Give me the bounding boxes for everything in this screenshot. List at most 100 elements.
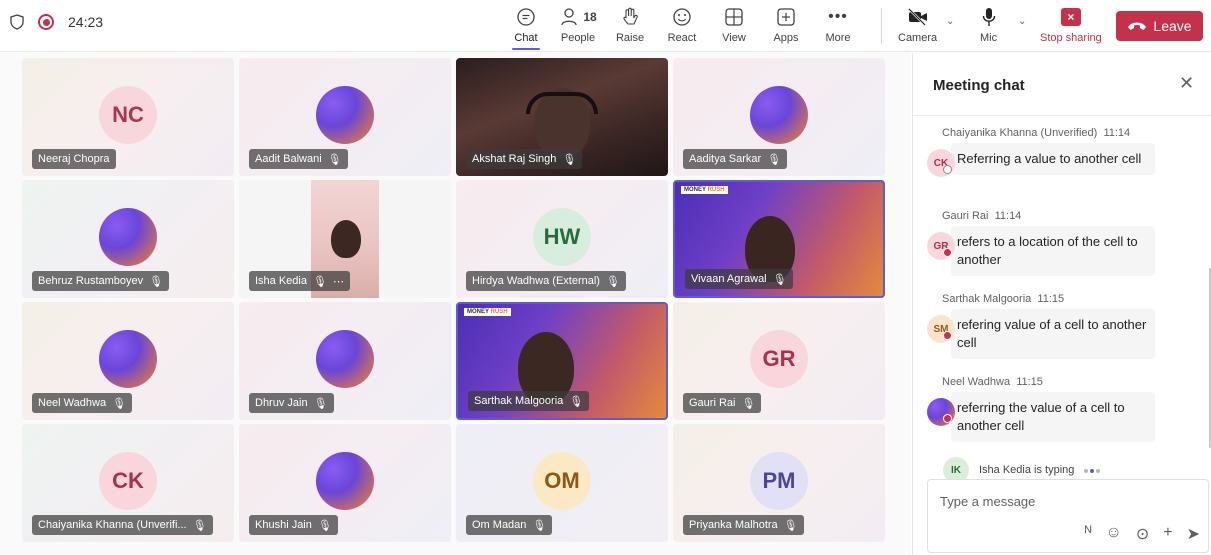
send-icon[interactable]: ➤ <box>1187 524 1200 544</box>
participant-tile[interactable]: OM Om Madan 🎙︎ <box>456 424 668 542</box>
participant-name: Om Madan <box>472 519 527 531</box>
meeting-timer: 24:23 <box>68 14 104 30</box>
participant-tile[interactable]: GR Gauri Rai 🎙︎ <box>673 302 885 420</box>
camera-options-chevron-icon[interactable]: ⌄ <box>946 16 954 27</box>
participant-video-tile[interactable]: MONEY RUSH Vivaan Agrawal 🎙︎ <box>673 180 885 298</box>
message-text: refering value of a cell to another cell <box>957 317 1147 350</box>
view-label: View <box>722 32 746 44</box>
participant-video-tile[interactable]: Akshat Raj Singh 🎙︎ <box>456 58 668 176</box>
typing-text: Isha Kedia is typing <box>979 464 1075 476</box>
close-icon[interactable]: ✕ <box>1179 73 1194 94</box>
participant-video-tile[interactable]: MONEY RUSH Sarthak Malgooria 🎙︎ <box>456 302 668 420</box>
more-label: More <box>825 32 851 44</box>
participant-name-tag: Priyanka Malhotra 🎙︎ <box>683 515 804 535</box>
apps-button[interactable]: Apps <box>760 4 812 50</box>
participant-name-tag: Neel Wadhwa 🎙︎ <box>32 393 133 413</box>
participant-video-tile[interactable]: Isha Kedia 🎙︎ ⋯ <box>239 180 451 298</box>
mic-options-chevron-icon[interactable]: ⌄ <box>1018 16 1026 27</box>
people-icon: 18 <box>559 4 597 30</box>
avatar <box>316 330 374 388</box>
avatar <box>927 398 955 426</box>
message-input[interactable] <box>940 494 1196 509</box>
chat-divider <box>913 115 1211 116</box>
participant-tile[interactable]: Aadit Balwani 🎙︎ <box>239 58 451 176</box>
participant-name-tag: Isha Kedia 🎙︎ ⋯ <box>249 271 350 291</box>
apps-label: Apps <box>773 32 799 44</box>
view-button[interactable]: View <box>708 4 760 50</box>
leave-button[interactable]: Leave <box>1116 11 1203 41</box>
participant-name-tag: Aaditya Sarkar 🎙︎ <box>683 149 788 169</box>
avatar: PM <box>750 452 808 510</box>
more-options-icon[interactable]: ⋯ <box>333 275 344 288</box>
mic-off-icon: 🎙︎ <box>192 519 207 532</box>
camera-label: Camera <box>898 32 938 44</box>
mic-off-icon: 🎙︎ <box>112 397 127 410</box>
avatar: NC <box>99 86 157 144</box>
avatar: GR <box>750 330 808 388</box>
toolbar-actions: Chat 18 People Raise React View Apps •••… <box>500 4 864 50</box>
more-button[interactable]: ••• More <box>812 4 864 50</box>
mic-off-icon: 🎙︎ <box>772 273 787 286</box>
participant-tile[interactable]: Behruz Rustamboyev 🎙︎ <box>22 180 234 298</box>
message-bubble[interactable]: Referring a value to another cell <box>951 143 1155 175</box>
participant-tile[interactable]: Neel Wadhwa 🎙︎ <box>22 302 234 420</box>
participant-name-tag: Aadit Balwani 🎙︎ <box>249 149 348 169</box>
participant-tile[interactable]: Aaditya Sarkar 🎙︎ <box>673 58 885 176</box>
avatar: CK <box>927 149 955 177</box>
add-icon[interactable]: + <box>1163 524 1172 544</box>
message-header: Neel Wadhwa 11:15 <box>942 376 1043 388</box>
video-brand-logo: MONEY RUSH <box>464 308 511 316</box>
participant-name: Aadit Balwani <box>255 153 322 165</box>
message-bubble[interactable]: refering value of a cell to another cell <box>951 309 1155 359</box>
avatar <box>316 452 374 510</box>
participant-tile[interactable]: PM Priyanka Malhotra 🎙︎ <box>673 424 885 542</box>
participant-name-tag: Vivaan Agrawal 🎙︎ <box>685 269 793 289</box>
people-button[interactable]: 18 People <box>552 4 604 50</box>
video-brand-logo: MONEY RUSH <box>681 186 728 194</box>
message-header: Gauri Rai 11:14 <box>942 210 1022 222</box>
message-text: referring the value of a cell to another… <box>957 400 1125 433</box>
recording-icon <box>38 14 54 30</box>
message-bubble[interactable]: referring the value of a cell to another… <box>951 392 1155 442</box>
format-icon[interactable]: ᴺ <box>1085 524 1092 544</box>
message-header: Sarthak Malgooria 11:15 <box>942 293 1065 305</box>
message-bubble[interactable]: refers to a location of the cell to anot… <box>951 226 1155 276</box>
compose-box: ᴺ ☺ ⊙ + ➤ <box>927 479 1209 553</box>
participant-tile[interactable]: Dhruv Jain 🎙︎ <box>239 302 451 420</box>
smiley-icon <box>672 4 692 30</box>
mic-button[interactable]: Mic <box>980 4 997 50</box>
mic-off-icon: 🎙︎ <box>532 519 547 532</box>
chat-label: Chat <box>514 32 538 44</box>
hand-icon <box>621 4 639 30</box>
presence-offline-icon <box>943 165 952 174</box>
mic-off-icon: 🎙︎ <box>569 395 584 408</box>
chat-icon <box>516 4 536 30</box>
presence-busy-icon <box>943 414 952 423</box>
emoji-icon[interactable]: ☺ <box>1106 524 1122 544</box>
participant-name: Neeraj Chopra <box>38 153 110 165</box>
participant-name-tag: Sarthak Malgooria 🎙︎ <box>468 391 590 411</box>
avatar <box>316 86 374 144</box>
participant-tile[interactable]: CK Chaiyanika Khanna (Unverifi... 🎙︎ <box>22 424 234 542</box>
participant-name: Neel Wadhwa <box>38 397 107 409</box>
participant-name-tag: Akshat Raj Singh 🎙︎ <box>466 149 583 169</box>
raise-label: Raise <box>615 32 645 44</box>
camera-button[interactable]: Camera <box>898 4 937 50</box>
avatar <box>99 208 157 266</box>
participant-name-tag: Khushi Jain 🎙︎ <box>249 515 338 535</box>
avatar: OM <box>533 452 591 510</box>
mic-off-icon: 🎙︎ <box>605 275 620 288</box>
avatar <box>750 86 808 144</box>
participant-tile[interactable]: NC Neeraj Chopra <box>22 58 234 176</box>
react-button[interactable]: React <box>656 4 708 50</box>
stop-sharing-button[interactable]: × Stop sharing <box>1040 4 1102 50</box>
raise-hand-button[interactable]: Raise <box>604 4 656 50</box>
mic-off-icon: 🎙︎ <box>317 519 332 532</box>
loop-icon[interactable]: ⊙ <box>1136 524 1149 544</box>
participant-tile[interactable]: HW Hirdya Wadhwa (External) 🎙︎ <box>456 180 668 298</box>
add-app-icon <box>776 4 796 30</box>
chat-button[interactable]: Chat <box>500 4 552 50</box>
participant-name-tag: Hirdya Wadhwa (External) 🎙︎ <box>466 271 626 291</box>
mic-off-icon: 🎙︎ <box>313 397 328 410</box>
participant-tile[interactable]: Khushi Jain 🎙︎ <box>239 424 451 542</box>
